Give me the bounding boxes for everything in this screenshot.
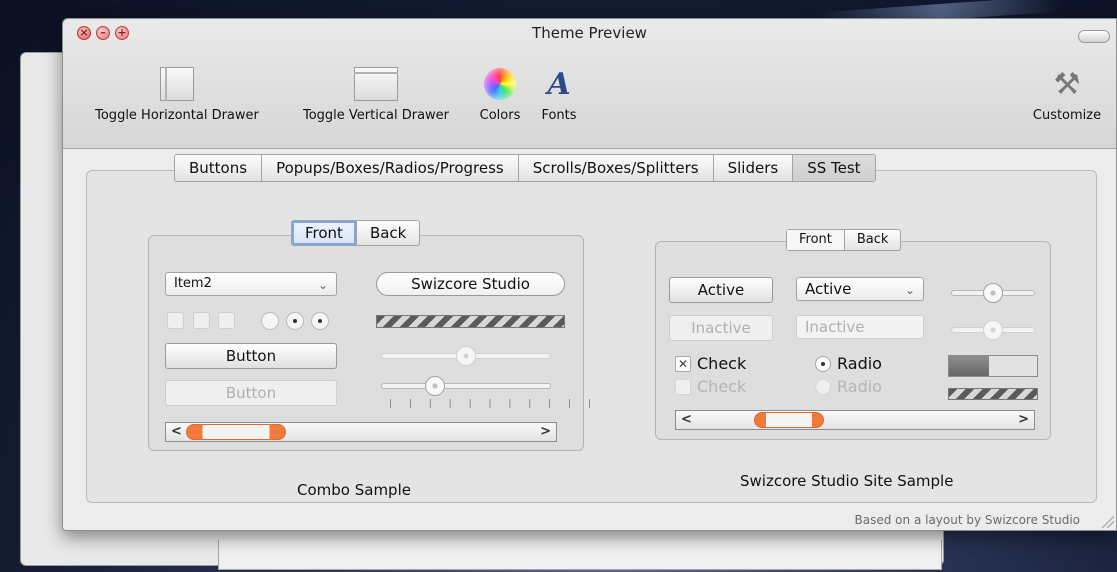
site-sample-caption: Swizcore Studio Site Sample <box>740 472 954 490</box>
toolbar-label: Colors <box>479 108 521 123</box>
theme-preview-window: × – + Theme Preview Toggle Horizontal Dr… <box>62 18 1117 531</box>
radio-label: Radio <box>837 377 882 396</box>
background-window-drawer <box>218 540 942 570</box>
slider-ticks: | | | | | | | | | | | <box>389 399 598 409</box>
fonts-icon: A <box>547 66 571 102</box>
colors-button[interactable]: Colors <box>474 60 526 123</box>
indeterminate-progress-bar <box>376 315 565 328</box>
toolbar-toggle-button[interactable] <box>1078 30 1110 43</box>
titlebar: × – + Theme Preview Toggle Horizontal Dr… <box>63 19 1116 149</box>
radio-selected-icon <box>815 355 831 372</box>
horizontal-drawer-icon <box>160 67 194 101</box>
segment-back[interactable]: Back <box>357 221 419 245</box>
progress-bar <box>948 355 1038 377</box>
active-popup-button[interactable]: Active ⌄ <box>796 277 924 301</box>
checkbox-checked-icon: ✕ <box>675 355 691 372</box>
resize-grip-icon[interactable] <box>1100 514 1114 528</box>
scrollbar-thumb[interactable] <box>186 424 286 440</box>
radio-option[interactable]: Radio <box>815 354 882 373</box>
toggle-vertical-drawer-button[interactable]: Toggle Vertical Drawer <box>285 60 467 123</box>
item-combo-box[interactable]: Item2 ⌄ <box>165 272 337 296</box>
mini-radio[interactable] <box>261 312 279 330</box>
scrollbar-thumb[interactable] <box>754 412 824 428</box>
tools-icon: ⚒ <box>1053 66 1081 102</box>
toggle-horizontal-drawer-button[interactable]: Toggle Horizontal Drawer <box>79 60 275 123</box>
scroll-right-icon[interactable]: > <box>540 423 551 441</box>
inactive-button[interactable]: Inactive <box>669 315 773 341</box>
content-area: Buttons Popups/Boxes/Radios/Progress Scr… <box>63 150 1116 530</box>
mini-checkbox[interactable] <box>218 312 235 329</box>
chevron-down-icon: ⌄ <box>904 283 915 297</box>
customize-button[interactable]: ⚒ Customize <box>1025 60 1109 124</box>
chevron-down-icon: ⌄ <box>317 278 328 292</box>
scroll-left-icon[interactable]: < <box>681 411 692 429</box>
check-label: Check <box>697 377 747 396</box>
active-button[interactable]: Active <box>669 277 773 303</box>
slider-track[interactable] <box>381 383 551 389</box>
checkbox-icon <box>675 378 691 395</box>
horizontal-scrollbar[interactable]: < > <box>675 410 1035 430</box>
progress-bar-fill <box>949 356 990 376</box>
mini-checkbox[interactable] <box>193 312 210 329</box>
tab-buttons[interactable]: Buttons <box>175 155 263 181</box>
mini-checkbox[interactable] <box>167 312 184 329</box>
horizontal-scrollbar[interactable]: < > <box>165 422 557 442</box>
check-label: Check <box>697 354 747 373</box>
toolbar-label: Fonts <box>541 108 577 123</box>
tab-popups-boxes-radios-progress[interactable]: Popups/Boxes/Radios/Progress <box>262 155 519 181</box>
radio-option-disabled[interactable]: Radio <box>815 377 882 396</box>
button-disabled[interactable]: Button <box>165 380 337 406</box>
indeterminate-progress-bar <box>948 388 1038 400</box>
main-tab-bar: Buttons Popups/Boxes/Radios/Progress Scr… <box>174 154 876 182</box>
tab-ss-test[interactable]: SS Test <box>793 155 875 181</box>
small-slider-knob-disabled[interactable] <box>983 320 1003 340</box>
vertical-drawer-icon <box>354 67 398 101</box>
combo-value: Item2 <box>174 276 212 291</box>
radio-icon <box>815 378 831 395</box>
swizcore-search-field[interactable]: Swizcore Studio <box>376 272 565 296</box>
footer-credit: Based on a layout by Swizcore Studio <box>854 513 1080 527</box>
toolbar-label: Customize <box>1032 108 1102 123</box>
small-slider-knob[interactable] <box>983 283 1003 303</box>
segment-front[interactable]: Front <box>292 221 357 245</box>
slider-knob-disabled[interactable] <box>456 346 476 366</box>
segment-front[interactable]: Front <box>787 230 845 250</box>
segment-back[interactable]: Back <box>845 230 901 250</box>
tab-scrolls-boxes-splitters[interactable]: Scrolls/Boxes/Splitters <box>519 155 714 181</box>
inactive-popup-button[interactable]: Inactive <box>796 315 924 339</box>
radio-label: Radio <box>837 354 882 373</box>
scroll-left-icon[interactable]: < <box>171 423 182 441</box>
combo-front-back-segment: Front Back <box>291 220 421 246</box>
slider-knob[interactable] <box>425 376 445 396</box>
mini-radio[interactable] <box>286 312 304 330</box>
button[interactable]: Button <box>165 343 337 369</box>
window-title: Theme Preview <box>532 24 647 42</box>
site-front-back-segment: Front Back <box>786 229 902 251</box>
toolbar-label: Toggle Horizontal Drawer <box>95 108 259 123</box>
mini-radio[interactable] <box>311 312 329 330</box>
check-option[interactable]: ✕ Check <box>675 354 746 373</box>
combo-sample-caption: Combo Sample <box>297 481 411 499</box>
check-option-disabled[interactable]: Check <box>675 377 746 396</box>
color-wheel-icon <box>484 68 516 100</box>
fonts-button[interactable]: A Fonts <box>535 60 583 124</box>
scroll-right-icon[interactable]: > <box>1018 411 1029 429</box>
popup-value: Active <box>805 280 852 298</box>
tab-sliders[interactable]: Sliders <box>714 155 794 181</box>
toolbar-label: Toggle Vertical Drawer <box>302 108 450 123</box>
